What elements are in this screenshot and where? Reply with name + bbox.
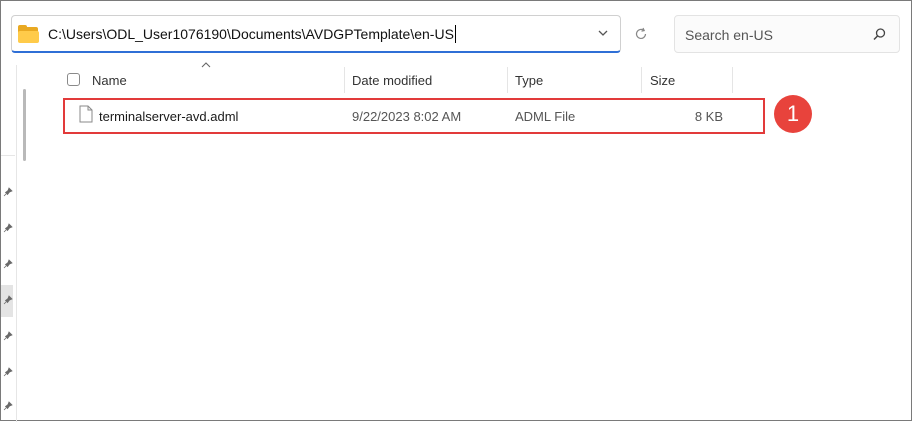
search-icon[interactable] xyxy=(872,27,887,42)
address-path[interactable]: C:\Users\ODL_User1076190\Documents\AVDGP… xyxy=(48,26,454,42)
column-separator[interactable] xyxy=(507,67,508,93)
pin-icon[interactable] xyxy=(3,295,13,305)
text-cursor xyxy=(454,24,456,43)
search-placeholder: Search en-US xyxy=(685,27,773,43)
explorer-window: C:\Users\ODL_User1076190\Documents\AVDGP… xyxy=(0,0,912,422)
refresh-button[interactable] xyxy=(627,15,655,53)
pin-icon[interactable] xyxy=(3,331,13,341)
nav-pane-border xyxy=(16,65,17,422)
nav-divider-line xyxy=(1,155,15,156)
folder-icon xyxy=(18,24,40,43)
pin-icon[interactable] xyxy=(3,401,13,411)
pin-icon[interactable] xyxy=(3,367,13,377)
column-separator[interactable] xyxy=(641,67,642,93)
pin-icon[interactable] xyxy=(3,223,13,233)
column-header-type[interactable]: Type xyxy=(515,65,543,95)
select-all-checkbox[interactable] xyxy=(67,73,80,86)
column-header-name[interactable]: Name xyxy=(92,65,127,95)
pin-icon[interactable] xyxy=(3,259,13,269)
refresh-icon xyxy=(635,27,647,40)
column-header-date-modified[interactable]: Date modified xyxy=(352,65,432,95)
highlight-box xyxy=(63,98,765,134)
sort-up-icon xyxy=(201,62,211,68)
step-badge: 1 xyxy=(774,95,812,133)
pin-icon[interactable] xyxy=(3,187,13,197)
address-bar[interactable]: C:\Users\ODL_User1076190\Documents\AVDGP… xyxy=(11,15,621,53)
nav-scrollbar[interactable] xyxy=(23,89,26,161)
column-separator[interactable] xyxy=(732,67,733,93)
column-header-size[interactable]: Size xyxy=(650,65,675,95)
chevron-down-icon[interactable] xyxy=(596,26,610,40)
column-separator[interactable] xyxy=(344,67,345,93)
search-input[interactable]: Search en-US xyxy=(674,15,900,53)
